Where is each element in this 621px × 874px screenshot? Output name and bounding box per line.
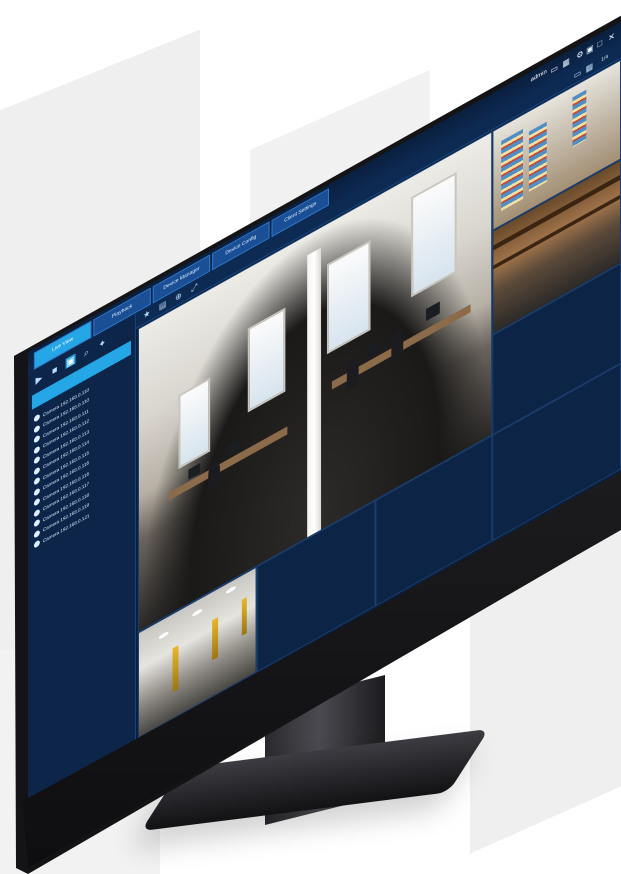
window xyxy=(247,307,286,413)
search-icon[interactable]: ⌕ xyxy=(81,345,91,361)
camera-icon[interactable]: ▣ xyxy=(65,353,76,370)
target-icon[interactable]: ⊕ xyxy=(174,289,184,305)
ceiling-lamp xyxy=(192,607,203,618)
person xyxy=(391,326,404,362)
close-icon[interactable]: ✕ xyxy=(607,30,616,44)
lock-icon[interactable]: ▣ xyxy=(585,42,594,56)
shelf xyxy=(501,129,523,212)
layout-grid-icon[interactable]: ▦ xyxy=(584,60,594,76)
window xyxy=(326,240,371,355)
star-icon[interactable]: ✦ xyxy=(97,336,107,352)
pillar xyxy=(307,247,322,540)
username-label: admin xyxy=(530,68,547,84)
shelf xyxy=(572,89,587,148)
window xyxy=(178,377,211,470)
page-indicator: 1/4 xyxy=(601,53,609,64)
shelf xyxy=(528,121,547,192)
stop-icon[interactable]: ■ xyxy=(50,362,60,378)
camera-icon xyxy=(33,539,40,549)
person xyxy=(208,458,221,492)
device-sidebar: ▶ ■ ▣ ⌕ ✦ Camera 192.168.0.110 Camera 192… xyxy=(28,313,136,798)
play-icon[interactable]: ▶ xyxy=(34,371,44,387)
desk-monitor xyxy=(425,301,440,322)
ceiling-lamp xyxy=(226,585,236,595)
parking-column xyxy=(241,597,247,636)
parking-column xyxy=(172,645,179,693)
layout-icon[interactable]: ▭ xyxy=(550,62,559,76)
layout-single-icon[interactable]: ▭ xyxy=(573,67,583,83)
image-icon[interactable]: ▤ xyxy=(158,298,168,314)
star-icon[interactable]: ★ xyxy=(142,307,152,323)
settings-icon[interactable]: ⚙ xyxy=(575,48,584,62)
maximize-icon[interactable]: □ xyxy=(595,37,604,51)
parking-column xyxy=(212,617,219,661)
grid-icon[interactable]: ▦ xyxy=(562,56,571,70)
ceiling-lamp xyxy=(158,630,169,641)
person xyxy=(346,356,359,392)
fullscreen-icon[interactable]: ⤢ xyxy=(189,281,199,297)
window xyxy=(411,171,457,298)
